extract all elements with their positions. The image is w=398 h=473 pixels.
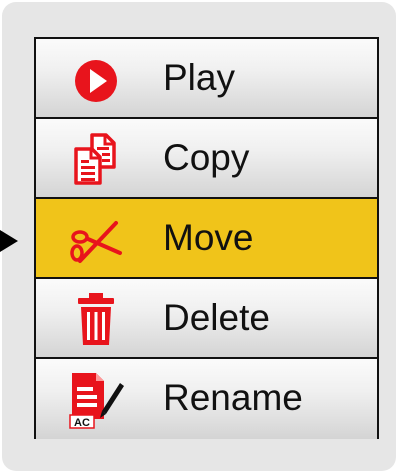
- rename-badge-text: AC: [74, 417, 90, 429]
- context-menu: Play Copy Move Delete AC Rename: [34, 37, 379, 439]
- menu-item-move[interactable]: Move: [36, 199, 377, 279]
- menu-item-label: Rename: [163, 377, 303, 418]
- play-icon: [75, 60, 117, 102]
- menu-item-copy[interactable]: Copy: [36, 119, 377, 199]
- rename-icon: AC: [69, 373, 124, 429]
- copy-icon: [74, 133, 116, 185]
- menu-item-rename[interactable]: AC Rename: [36, 359, 377, 439]
- menu-item-delete[interactable]: Delete: [36, 279, 377, 359]
- menu-item-label: Play: [163, 57, 235, 98]
- selection-pointer-icon: [0, 230, 18, 252]
- menu-item-label: Move: [163, 217, 254, 258]
- menu-item-play[interactable]: Play: [36, 39, 377, 119]
- menu-item-label: Delete: [163, 297, 270, 338]
- menu-item-label: Copy: [163, 137, 250, 178]
- scissors-icon: [70, 221, 122, 263]
- trash-icon: [78, 293, 114, 345]
